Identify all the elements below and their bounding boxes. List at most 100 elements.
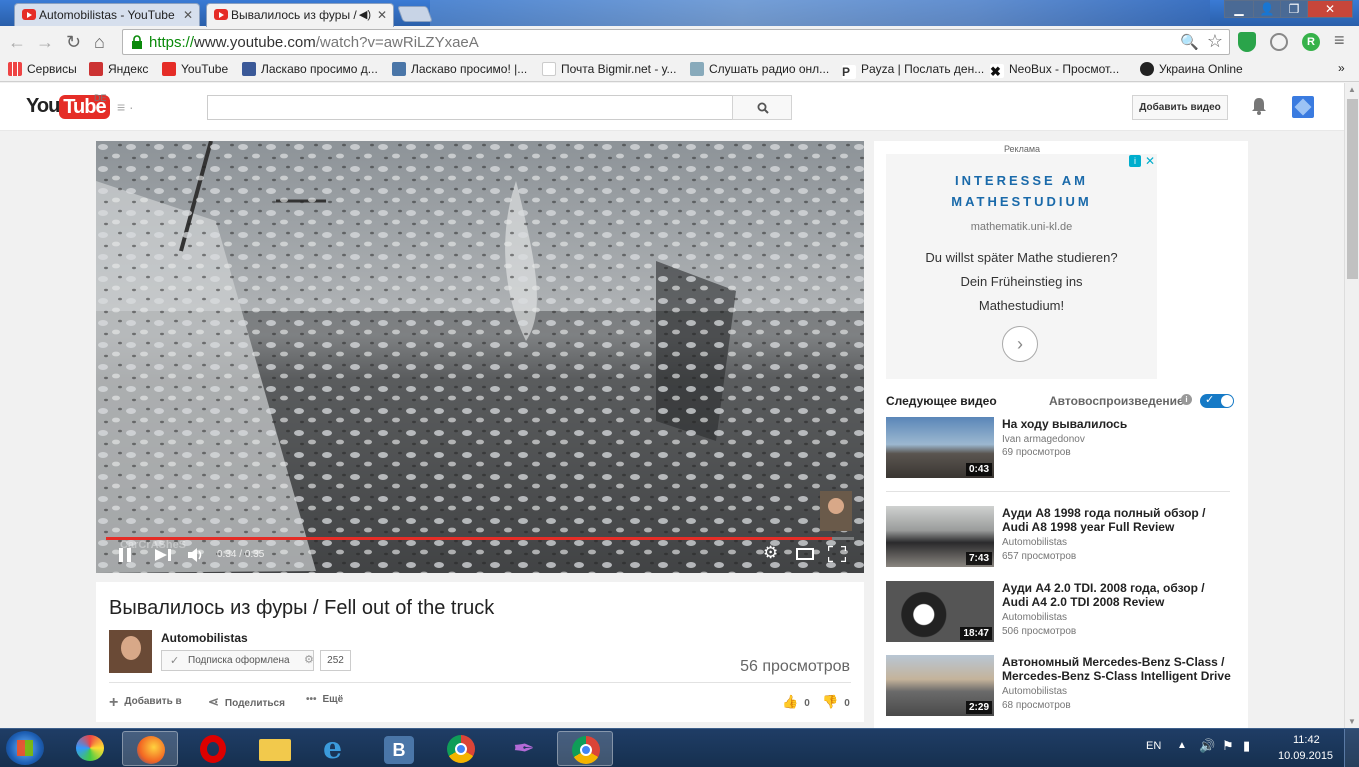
search-button[interactable] [732, 95, 792, 120]
youtube-header: You Tube DE ≡ · Добавить видео [0, 83, 1359, 131]
ad-headline-2: MATHESTUDIUM [951, 194, 1092, 209]
autoplay-info-icon[interactable]: i [1181, 394, 1192, 405]
fullscreen-icon[interactable] [828, 546, 846, 562]
reload-button[interactable]: ↻ [66, 32, 81, 53]
divider [109, 682, 851, 683]
tray-flag-icon[interactable]: ⚑ [1222, 738, 1234, 754]
video-channel: Automobilistas [1002, 537, 1068, 548]
tray-volume-icon[interactable]: 🔊 [1199, 738, 1215, 754]
settings-gear-icon[interactable]: ⚙ [763, 543, 778, 563]
bookmark-neobux[interactable]: ✖ NeoBux - Просмот... [990, 62, 1119, 79]
youtube-logo[interactable]: You Tube DE [26, 93, 110, 119]
share-icon: ⋖ [208, 694, 219, 709]
back-button[interactable]: ← [8, 32, 26, 53]
extension-r-icon[interactable]: R [1302, 33, 1320, 51]
clock-date[interactable]: 10.09.2015 [1278, 750, 1333, 762]
recommended-video[interactable]: 7:43 Ауди А8 1998 года полный обзор / Au… [886, 506, 1236, 568]
bookmark-bigmir[interactable]: Почта Bigmir.net - у... [542, 62, 676, 76]
tray-expand-icon[interactable]: ▲ [1177, 740, 1187, 751]
bookmark-ukraina[interactable]: Украина Online [1140, 62, 1243, 76]
recommended-video[interactable]: 0:43 На ходу вывалилось Ivan armagedonov… [886, 417, 1236, 479]
clock-time[interactable]: 11:42 [1293, 734, 1320, 746]
ad-info-icon[interactable]: i [1129, 155, 1141, 167]
video-player[interactable]: CarCrASheS 0:34 / 0:35 ⚙ [96, 141, 864, 573]
shield-extension-icon[interactable] [1238, 32, 1256, 52]
recommended-video[interactable]: 18:47 Ауди А4 2.0 TDI. 2008 года, обзор … [886, 581, 1236, 643]
tab-automobilistas[interactable]: Automobilistas - YouTube ✕ [14, 3, 200, 27]
notifications-bell-icon[interactable] [1251, 97, 1267, 115]
subscription-settings-icon[interactable]: ⚙ [304, 653, 314, 666]
scroll-down-icon[interactable]: ▼ [1348, 717, 1356, 726]
pause-icon[interactable] [118, 548, 132, 562]
taskbar-chrome-2[interactable] [557, 731, 613, 766]
bookmark-vk[interactable]: Ласкаво просимо! |... [392, 62, 527, 76]
share-button[interactable]: ⋖ Поделиться [208, 694, 285, 710]
bookmark-star-icon[interactable]: ☆ [1207, 31, 1223, 52]
tab-title: Вывалилось из фуры / [231, 8, 357, 22]
watch-sidebar: Реклама i ✕ INTERESSE AM MATHESTUDIUM ma… [874, 141, 1248, 731]
like-button[interactable]: 👍 0 [782, 694, 810, 710]
avatar[interactable] [1292, 96, 1314, 118]
tab-current-video[interactable]: Вывалилось из фуры / ◀) ✕ [206, 3, 394, 27]
bookmark-apps[interactable]: Сервисы [8, 62, 77, 76]
channel-name[interactable]: Automobilistas [161, 631, 248, 645]
country-code: DE [94, 93, 107, 103]
bookmark-facebook[interactable]: Ласкаво просимо д... [242, 62, 378, 76]
next-icon[interactable] [155, 549, 171, 561]
new-tab-button[interactable] [397, 6, 433, 22]
taskbar-opera[interactable] [185, 731, 241, 766]
bookmarks-overflow-button[interactable]: » [1338, 61, 1345, 75]
close-window-button[interactable]: ✕ [1307, 0, 1353, 18]
address-bar[interactable]: https://www.youtube.com/watch?v=awRiLZYx… [122, 29, 1230, 55]
bookmark-yandex[interactable]: Яндекс [89, 62, 148, 76]
autoplay-toggle[interactable]: ✓ [1200, 394, 1234, 408]
bookmark-radio[interactable]: Слушать радио онл... [690, 62, 829, 76]
show-desktop-button[interactable] [1344, 729, 1359, 767]
maximize-button[interactable]: ❐ [1280, 0, 1308, 18]
recommended-video[interactable]: 2:29 Автономный Mercedes-Benz S-Class / … [886, 655, 1236, 717]
ad-banner[interactable]: i ✕ INTERESSE AM MATHESTUDIUM mathematik… [886, 154, 1157, 379]
ad-close-icon[interactable]: ✕ [1145, 154, 1155, 168]
scroll-up-icon[interactable]: ▲ [1348, 85, 1356, 94]
volume-icon[interactable] [188, 547, 206, 563]
minimize-button[interactable]: ▁ [1224, 0, 1254, 18]
taskbar-vk[interactable]: В [371, 731, 427, 766]
video-frame [96, 141, 864, 573]
taskbar-paint[interactable] [62, 731, 118, 766]
add-to-button[interactable]: + Добавить в [109, 694, 182, 712]
globe-extension-icon[interactable] [1270, 33, 1288, 51]
start-button[interactable] [6, 731, 44, 765]
channel-avatar[interactable] [109, 630, 152, 673]
taskbar-chrome-1[interactable] [433, 731, 489, 766]
close-tab-icon[interactable]: ✕ [183, 4, 193, 26]
search-input[interactable] [207, 95, 733, 120]
subscribed-button[interactable]: ✓ Подписка оформлена ⚙ [161, 650, 314, 671]
zoom-icon[interactable]: 🔍 [1180, 33, 1199, 51]
bookmark-youtube[interactable]: YouTube [162, 62, 228, 76]
tray-network-icon[interactable]: ▮ [1243, 738, 1250, 754]
check-icon: ✓ [1205, 394, 1215, 406]
taskbar-feather-app[interactable]: ✒ [495, 731, 551, 766]
user-icon[interactable]: 👤 [1253, 0, 1281, 18]
ad-arrow-button[interactable]: › [1002, 326, 1038, 362]
menu-icon[interactable]: ≡ [1334, 30, 1345, 51]
taskbar-firefox[interactable] [122, 731, 178, 766]
upload-button[interactable]: Добавить видео [1132, 95, 1228, 120]
more-button[interactable]: ••• Ещё [306, 694, 343, 705]
language-indicator[interactable]: EN [1146, 740, 1161, 752]
windows-taskbar: e В ✒ EN ▲ 🔊 ⚑ ▮ 11:42 10.09.2015 [0, 728, 1359, 767]
youtube-favicon-icon [214, 9, 228, 20]
scrollbar-thumb[interactable] [1347, 99, 1358, 279]
home-button[interactable]: ⌂ [94, 32, 105, 53]
bookmark-label: Яндекс [108, 62, 149, 76]
close-tab-icon[interactable]: ✕ [377, 4, 387, 26]
taskbar-explorer[interactable] [247, 731, 303, 766]
theater-mode-icon[interactable] [796, 548, 814, 560]
guide-menu-icon[interactable]: ≡ · [117, 99, 134, 115]
taskbar-ie[interactable]: e [309, 731, 365, 766]
dislike-button[interactable]: 👎 0 [822, 694, 850, 710]
video-views: 506 просмотров [1002, 626, 1077, 637]
bookmark-payza[interactable]: P Payza | Послать ден... [842, 62, 984, 79]
page-scrollbar[interactable]: ▲ ▼ [1344, 83, 1359, 728]
forward-button[interactable]: → [36, 32, 54, 53]
